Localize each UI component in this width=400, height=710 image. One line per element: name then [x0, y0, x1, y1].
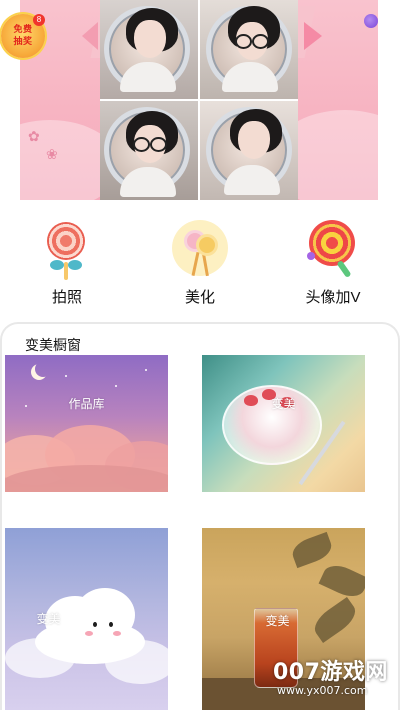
lollipop-avatar-v-icon — [303, 218, 363, 280]
feature-photo-label: 拍照 — [51, 289, 82, 306]
banner-photo — [100, 0, 198, 99]
notification-dot-icon[interactable] — [364, 14, 378, 28]
feature-beautify-label: 美化 — [184, 289, 215, 306]
feature-photo[interactable]: 拍照 — [17, 218, 117, 307]
banner-photo — [100, 101, 198, 200]
feature-avatar-v-label: 头像加V — [305, 289, 361, 306]
moon-icon — [35, 361, 51, 377]
banner-photo — [200, 0, 298, 99]
watermark-url: www.yx007.com — [277, 684, 368, 697]
lollipop-beautify-icon — [170, 218, 230, 280]
banner-photo-grid — [100, 0, 298, 200]
banner-photo — [200, 101, 298, 200]
tile-caption: 变美 — [265, 614, 290, 628]
site-watermark: 007游戏网 www.yx007.com — [273, 654, 393, 704]
lollipop-camera-icon — [37, 218, 97, 280]
banner-next-icon[interactable] — [304, 22, 322, 50]
banner-prev-icon[interactable] — [82, 22, 98, 50]
showcase-title: 变美橱窗 — [25, 337, 81, 353]
tile-caption: 变美 — [271, 397, 296, 411]
tile-caption: 作品库 — [68, 397, 105, 411]
tile-caption: 变美 — [36, 612, 61, 626]
showcase-tile[interactable]: 变美 — [202, 355, 365, 492]
showcase-tile[interactable]: 变美 — [5, 528, 168, 710]
feature-beautify[interactable]: 美化 — [150, 218, 250, 307]
showcase-tile-gallery[interactable]: 作品库 — [5, 355, 168, 492]
feature-row: 拍照 美化 头像加V — [0, 210, 400, 310]
feature-avatar-v[interactable]: 头像加V — [283, 218, 383, 307]
free-lottery-badge[interactable]: 免费 抽奖 8 — [1, 14, 45, 58]
prize-badge-count: 8 — [33, 14, 45, 26]
promo-banner[interactable]: ✿ ❀ 免费 抽奖 8 — [0, 0, 400, 200]
prize-badge-text: 免费 抽奖 — [1, 23, 45, 47]
watermark-brand: 007游戏网 — [273, 660, 388, 685]
prize-badge-line2: 抽奖 — [13, 36, 33, 46]
